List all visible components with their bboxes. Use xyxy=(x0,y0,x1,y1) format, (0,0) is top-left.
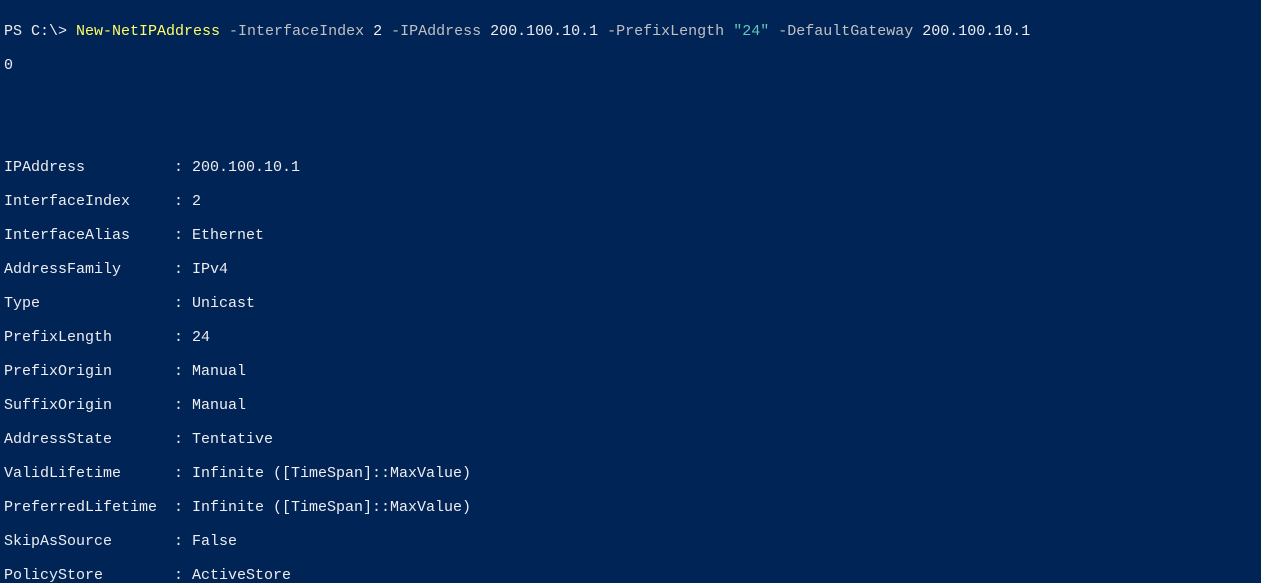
value-preferredlifetime: Infinite ([TimeSpan]::MaxValue) xyxy=(192,499,471,516)
label-addressfamily: AddressFamily xyxy=(4,261,174,278)
param-prefixlength-value: "24" xyxy=(733,23,769,40)
output-row: IPAddress: 200.100.10.1 xyxy=(4,159,1257,176)
separator: : xyxy=(174,431,192,448)
value-suffixorigin: Manual xyxy=(192,397,246,414)
label-preferredlifetime: PreferredLifetime xyxy=(4,499,174,516)
label-skipassource: SkipAsSource xyxy=(4,533,174,550)
separator: : xyxy=(174,499,192,516)
output-row: Type: Unicast xyxy=(4,295,1257,312)
value-validlifetime: Infinite ([TimeSpan]::MaxValue) xyxy=(192,465,471,482)
param-ipaddress: -IPAddress xyxy=(382,23,490,40)
output-row: InterfaceAlias: Ethernet xyxy=(4,227,1257,244)
separator: : xyxy=(174,159,192,176)
command-line-wrap: 0 xyxy=(4,57,1257,74)
output-row: AddressState: Tentative xyxy=(4,431,1257,448)
output-row: PrefixOrigin: Manual xyxy=(4,363,1257,380)
value-addressfamily: IPv4 xyxy=(192,261,228,278)
label-interfaceindex: InterfaceIndex xyxy=(4,193,174,210)
label-interfacealias: InterfaceAlias xyxy=(4,227,174,244)
separator: : xyxy=(174,227,192,244)
prompt: PS C:\> xyxy=(4,23,76,40)
label-policystore: PolicyStore xyxy=(4,567,174,583)
separator: : xyxy=(174,363,192,380)
label-type: Type xyxy=(4,295,174,312)
label-suffixorigin: SuffixOrigin xyxy=(4,397,174,414)
output-row: SkipAsSource: False xyxy=(4,533,1257,550)
separator: : xyxy=(174,329,192,346)
value-ipaddress: 200.100.10.1 xyxy=(192,159,300,176)
output-row: PrefixLength: 24 xyxy=(4,329,1257,346)
separator: : xyxy=(174,567,192,583)
value-addressstate: Tentative xyxy=(192,431,273,448)
output-row: PolicyStore: ActiveStore xyxy=(4,567,1257,583)
param-interfaceindex-value: 2 xyxy=(373,23,382,40)
label-validlifetime: ValidLifetime xyxy=(4,465,174,482)
value-type: Unicast xyxy=(192,295,255,312)
value-prefixlength: 24 xyxy=(192,329,210,346)
powershell-terminal[interactable]: PS C:\> New-NetIPAddress -InterfaceIndex… xyxy=(0,0,1261,583)
label-addressstate: AddressState xyxy=(4,431,174,448)
output-row: InterfaceIndex: 2 xyxy=(4,193,1257,210)
separator: : xyxy=(174,295,192,312)
output-row: SuffixOrigin: Manual xyxy=(4,397,1257,414)
label-ipaddress: IPAddress xyxy=(4,159,174,176)
param-ipaddress-value: 200.100.10.1 xyxy=(490,23,598,40)
command-line: PS C:\> New-NetIPAddress -InterfaceIndex… xyxy=(4,23,1257,40)
value-interfacealias: Ethernet xyxy=(192,227,264,244)
output-row: PreferredLifetime: Infinite ([TimeSpan]:… xyxy=(4,499,1257,516)
param-interfaceindex: -InterfaceIndex xyxy=(220,23,373,40)
output-row: ValidLifetime: Infinite ([TimeSpan]::Max… xyxy=(4,465,1257,482)
label-prefixlength: PrefixLength xyxy=(4,329,174,346)
value-skipassource: False xyxy=(192,533,237,550)
output-row: AddressFamily: IPv4 xyxy=(4,261,1257,278)
value-policystore: ActiveStore xyxy=(192,567,291,583)
blank-line xyxy=(4,91,1257,108)
value-prefixorigin: Manual xyxy=(192,363,246,380)
param-defaultgateway: -DefaultGateway xyxy=(769,23,922,40)
param-defaultgateway-value-part2: 0 xyxy=(4,57,13,74)
separator: : xyxy=(174,193,192,210)
blank-line xyxy=(4,125,1257,142)
label-prefixorigin: PrefixOrigin xyxy=(4,363,174,380)
separator: : xyxy=(174,533,192,550)
separator: : xyxy=(174,261,192,278)
value-interfaceindex: 2 xyxy=(192,193,201,210)
param-defaultgateway-value-part1: 200.100.10.1 xyxy=(922,23,1030,40)
separator: : xyxy=(174,397,192,414)
cmdlet-name: New-NetIPAddress xyxy=(76,23,220,40)
separator: : xyxy=(174,465,192,482)
param-prefixlength: -PrefixLength xyxy=(598,23,733,40)
